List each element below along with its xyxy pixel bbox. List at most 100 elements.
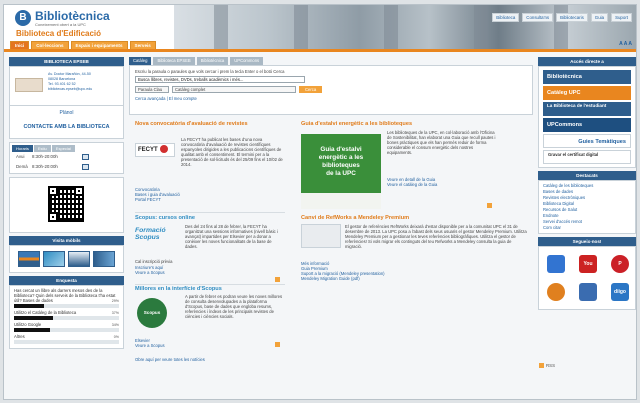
mobile-apps-icon[interactable] bbox=[93, 251, 115, 267]
rss-link[interactable]: RSS bbox=[539, 363, 555, 369]
mobile-catalog-icon[interactable] bbox=[18, 251, 40, 267]
news-title[interactable]: Millores en la interfície d'Scopus bbox=[135, 286, 285, 293]
news-title[interactable]: Canvi de RefWorks a Mendeley Premium bbox=[301, 215, 529, 222]
left-sidebar: BIBLIOTECA EPSEB Av. Doctor Marañón, 44-… bbox=[9, 57, 124, 399]
all-news-link[interactable]: Obre aquí per veure totes les notícies bbox=[135, 357, 205, 362]
search-field-select[interactable]: Paraula Clau bbox=[135, 86, 169, 93]
top-link[interactable]: Guia bbox=[590, 13, 609, 22]
search-scope-select[interactable]: Catàleg complet bbox=[172, 86, 296, 93]
tab-estiu[interactable]: Estiu bbox=[33, 145, 51, 152]
divider bbox=[135, 212, 285, 213]
direct-access-heading: Accés directe a bbox=[538, 57, 636, 66]
mobile-heading: Visita mòbils bbox=[9, 236, 124, 245]
advanced-search-link[interactable]: Cerca avançada | El meu compte bbox=[135, 96, 527, 101]
news-links: Veure en detall de la Guia Veure el catà… bbox=[387, 177, 438, 187]
hours-row: Avui 8:30h-20:00h bbox=[10, 152, 123, 162]
top-link[interactable]: Suport bbox=[611, 13, 632, 22]
more-arrow-icon[interactable] bbox=[487, 203, 492, 208]
featured-heading: Destacats bbox=[538, 171, 636, 180]
contact-box: Plànol CONTACTE AMB LA BIBLIOTECA bbox=[9, 106, 124, 139]
tab-upcommons[interactable]: UPCommons bbox=[230, 57, 264, 65]
cataleg-upc-button[interactable]: Catàleg UPC bbox=[543, 86, 631, 100]
survey-bar: 29% bbox=[14, 299, 119, 308]
news-links: Elsevier Veure a Scopus bbox=[135, 338, 165, 348]
survey-bar-fill bbox=[14, 304, 45, 308]
guide-image[interactable]: Guia d'estalvi energètic a les biblioteq… bbox=[301, 134, 381, 209]
certificat-digital-button[interactable]: Gravar el certificat digital bbox=[543, 150, 631, 164]
bibliotecnica-logo-icon[interactable]: B bbox=[15, 10, 31, 26]
tab-cataleg[interactable]: Catàleg bbox=[129, 57, 152, 65]
search-box: Escriu la paraula o paraules que vols ce… bbox=[129, 65, 533, 115]
tab-biblioteca-epseb[interactable]: Biblioteca EPSEB bbox=[153, 57, 195, 65]
map-link[interactable]: Plànol bbox=[10, 106, 123, 118]
news-title[interactable]: Nova convocatòria d'avaluació de reviste… bbox=[135, 121, 285, 128]
survey-option[interactable]: Altres bbox=[14, 334, 119, 339]
calendar-icon[interactable] bbox=[82, 164, 89, 170]
news-note: Cal inscripció prèvia bbox=[135, 259, 173, 264]
news-item: Canvi de RefWorks a Mendeley Premium El … bbox=[301, 215, 529, 285]
tab-horaris[interactable]: Horaris bbox=[12, 145, 33, 152]
header: B Bibliotècnica Coneixement obert a la U… bbox=[4, 5, 636, 50]
calendar-icon[interactable] bbox=[82, 154, 89, 160]
formacio-scopus-logo-icon[interactable]: Formació Scopus bbox=[135, 227, 181, 247]
survey-option[interactable]: Utilitzo Google bbox=[14, 322, 119, 327]
delicious-icon[interactable] bbox=[547, 255, 565, 273]
featured-link[interactable]: Com citar bbox=[543, 225, 631, 231]
tab-bibliotecnica[interactable]: Bibliotècnica bbox=[196, 57, 229, 65]
address-box: Av. Doctor Marañón, 44-50 08028 Barcelon… bbox=[9, 66, 124, 106]
tab-especial[interactable]: Especial bbox=[51, 145, 75, 152]
news-body: La FECYT ha publicat les bases d'una nov… bbox=[181, 137, 283, 167]
search-input[interactable]: Busca llibres, revistes, DVDs, treballs … bbox=[135, 76, 305, 83]
pinterest-icon[interactable]: P bbox=[611, 255, 629, 273]
qr-box bbox=[9, 177, 124, 233]
building-map-thumbnail[interactable] bbox=[15, 78, 43, 92]
search-controls: Paraula Clau Catàleg complet Cerca bbox=[135, 86, 527, 93]
hours-box: Horaris Estiu Especial Avui 8:30h-20:00h… bbox=[9, 142, 124, 174]
more-arrow-icon[interactable] bbox=[275, 277, 280, 282]
survey-bar: 34% bbox=[14, 323, 119, 332]
survey-bar-fill bbox=[14, 316, 53, 320]
top-link[interactable]: Consulta'ns bbox=[522, 13, 554, 22]
right-sidebar: Accés directe a Bibliotècnica Catàleg UP… bbox=[538, 57, 636, 399]
news-links: Convocatòria Bases i guia d'avaluació Po… bbox=[135, 187, 180, 202]
mobile-person-icon[interactable] bbox=[43, 251, 65, 267]
news-links: Inscriure's aquí Veure a Scopus bbox=[135, 265, 165, 275]
survey-box: Has cercat un llibre als darrers mesos d… bbox=[9, 285, 124, 349]
news-title[interactable]: Scopus: cursos online bbox=[135, 215, 285, 222]
news-body: Des del 24 fins al 28 de febrer, la FECY… bbox=[185, 224, 278, 249]
follow-heading: Segueix-nos! bbox=[538, 237, 636, 246]
top-link[interactable]: Bibliotecaris bbox=[556, 13, 588, 22]
social-box: You Tube P diigo bbox=[538, 246, 636, 310]
diigo-icon[interactable]: diigo bbox=[611, 283, 629, 301]
site-title[interactable]: Biblioteca d'Edificació bbox=[16, 29, 101, 38]
top-link[interactable]: Biblioteca bbox=[492, 13, 520, 22]
search-tabs: Catàleg Biblioteca EPSEB Bibliotècnica U… bbox=[129, 57, 533, 65]
student-library-button[interactable]: La Biblioteca de l'estudiant bbox=[543, 102, 631, 116]
youtube-icon[interactable]: You Tube bbox=[579, 255, 597, 285]
bibliotecnica-button[interactable]: Bibliotècnica bbox=[543, 70, 631, 84]
fecyt-logo-icon[interactable]: FECYT bbox=[135, 143, 175, 157]
top-links: Biblioteca Consulta'ns Bibliotecaris Gui… bbox=[492, 13, 632, 22]
search-button[interactable]: Cerca bbox=[299, 86, 323, 93]
refworks-image[interactable] bbox=[301, 224, 341, 248]
survey-option[interactable]: Utilitzo el Catàleg de la Biblioteca bbox=[14, 310, 119, 315]
contact-link[interactable]: CONTACTE AMB LA BIBLIOTECA bbox=[10, 118, 123, 138]
logo-title[interactable]: Bibliotècnica bbox=[35, 9, 110, 23]
news-item: Millores en la interfície d'Scopus Scopu… bbox=[135, 286, 285, 356]
news-title[interactable]: Guia d'estalvi energètic a les biblioteq… bbox=[301, 121, 529, 128]
hours-row: Demà 8:30h-20:00h bbox=[10, 162, 123, 172]
scopus-logo-icon[interactable]: Scopus bbox=[137, 298, 167, 328]
divider bbox=[135, 284, 285, 285]
flickr-icon[interactable] bbox=[579, 283, 597, 301]
news-item: Guia d'estalvi energètic a les biblioteq… bbox=[301, 121, 529, 213]
news-body: A partir de febrer es podran veure les n… bbox=[185, 294, 283, 319]
netvibes-icon[interactable] bbox=[547, 283, 565, 301]
news-item: Nova convocatòria d'avaluació de reviste… bbox=[135, 121, 285, 211]
guies-tematiques-button[interactable]: Guies Temàtiques bbox=[543, 134, 631, 148]
featured-links: Catàleg de les biblioteques Bases de dad… bbox=[538, 180, 636, 234]
upcommons-button[interactable]: UPCommons bbox=[543, 118, 631, 132]
logo-subtitle: Coneixement obert a la UPC bbox=[35, 22, 86, 27]
font-size-controls[interactable]: A A A bbox=[619, 41, 632, 47]
mobile-search-icon[interactable] bbox=[68, 251, 90, 267]
more-arrow-icon[interactable] bbox=[275, 342, 280, 347]
